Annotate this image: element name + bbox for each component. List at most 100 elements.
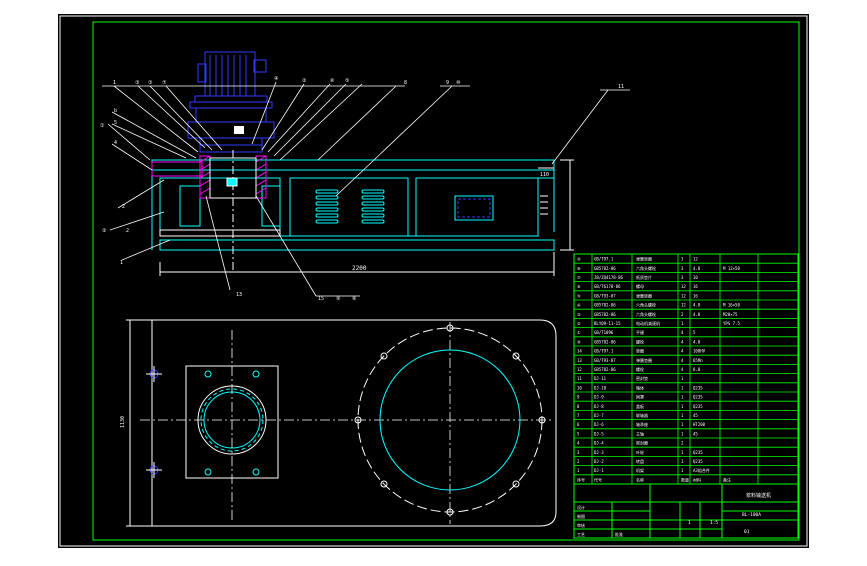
callout-b3: ⑨ xyxy=(336,296,341,302)
bom-cell-code: GB/T1096 xyxy=(594,330,614,335)
bom-cell-note: M20×75 xyxy=(723,312,738,317)
bom-cell-code: BLY09-11-15 xyxy=(594,321,621,326)
callout-b4: ⑧ xyxy=(352,296,357,302)
bom-cell-name: 六角头螺栓 xyxy=(636,302,656,308)
bom-cell-code: DJ-1 xyxy=(594,468,604,473)
bom-cell-name: 六角头螺栓 xyxy=(636,265,656,271)
cad-drawing: 2200 110 1 ③ ③ ⑦ ④ ② ⑥ ⑤ 8 9 ⑩ 11 b 5 ① … xyxy=(0,0,867,562)
bom-cell-name: 弹簧垫圈 xyxy=(636,292,652,298)
bom-cell-name: 弹簧垫圈 xyxy=(636,256,652,262)
bom-cell-code: DJ-4 xyxy=(594,441,604,446)
bom-cell-name: 平键 xyxy=(636,329,644,335)
bom-header-cell: 名称 xyxy=(636,476,644,482)
bom-cell-code: GB5782-86 xyxy=(594,266,616,271)
bom-cell-note: YPS 7.5 xyxy=(723,321,740,326)
bom-cell-note: M 16×50 xyxy=(723,303,740,308)
bom-cell-no: 11 xyxy=(577,376,582,381)
bom-cell-mat: Q235 xyxy=(693,385,703,390)
drawing-code: BL-100A xyxy=(742,512,761,518)
bom-cell-code: GB5782-86 xyxy=(594,367,616,372)
callout-l5: 2 xyxy=(122,204,125,210)
bom-cell-no: ② xyxy=(577,321,581,326)
sheet-number: 01 xyxy=(744,529,750,535)
bom-cell-code: DJ-11 xyxy=(594,376,607,381)
bom-cell-name: 箱体 xyxy=(636,384,644,390)
callout-12: 11 xyxy=(618,84,624,90)
bom-header-cell: 材料 xyxy=(693,476,701,482)
bom-cell-code: GB/T97.1 xyxy=(594,349,614,354)
height-right-label: 110 xyxy=(540,172,549,178)
bom-cell-mat: 4.8 xyxy=(693,312,701,317)
callout-2: ③ xyxy=(135,80,140,86)
label-design: 设计 xyxy=(577,504,585,510)
scale-value: 1:5 xyxy=(710,520,718,526)
bom-cell-name: 叶轮 xyxy=(636,449,644,455)
bom-cell-name: 螺母 xyxy=(636,283,644,289)
label-check: 审核 xyxy=(577,522,585,528)
callout-b1: 13 xyxy=(236,292,242,298)
callout-l3: ① xyxy=(100,123,105,129)
bom-cell-mat: 16 xyxy=(693,293,698,298)
bom-cell-mat: 8.8 xyxy=(693,367,701,372)
bom-cell-mat: Q235 xyxy=(693,459,703,464)
bom-cell-code: GB/T93-87 xyxy=(594,293,616,298)
bom-cell-no: ⑦ xyxy=(577,275,581,280)
bom-cell-code: GB/T6170-86 xyxy=(594,284,621,289)
bom-header-cell: 数量 xyxy=(681,476,689,482)
motor-nameplate xyxy=(234,126,244,134)
bom-header-cell: 备注 xyxy=(723,476,731,482)
bom-cell-name: 纸质垫片 xyxy=(636,274,652,280)
label-drawn: 制图 xyxy=(577,513,585,519)
bom-header-cell: 代号 xyxy=(594,476,602,482)
bom-header-cell: 序号 xyxy=(577,476,585,482)
bom-cell-code: GB/T97.1 xyxy=(594,257,614,262)
callout-3: ③ xyxy=(148,80,153,86)
bom-cell-mat: Q235 xyxy=(693,404,703,409)
bom-cell-code: DJ-9 xyxy=(594,395,604,400)
callout-8: ⑤ xyxy=(345,78,350,84)
bom-cell-mat: A3组合件 xyxy=(693,467,710,473)
bom-cell-mat: 4.8 xyxy=(693,339,701,344)
bom-cell-no: 14 xyxy=(577,349,582,354)
callout-l4: 4 xyxy=(114,140,117,146)
bom-cell-code: GB5782-86 xyxy=(594,303,616,308)
bom-cell-code: DJ-3 xyxy=(594,450,604,455)
bom-cell-mat: 10 xyxy=(693,275,698,280)
bom-cell-code: GB5782-86 xyxy=(594,339,616,344)
bom-cell-name: 转盘 xyxy=(636,458,644,464)
bom-cell-code: DJ-6 xyxy=(594,422,604,427)
bom-cell-no: ① xyxy=(577,330,581,335)
bom-cell-mat: 45 xyxy=(693,413,698,418)
callout-l8: 1 xyxy=(120,260,123,266)
plan-width-label: 1130 xyxy=(120,416,126,428)
bom-cell-code: DJ-2 xyxy=(594,459,604,464)
bom-cell-name: 电动机减速机 xyxy=(636,320,660,326)
bom-cell-qty: 12 xyxy=(681,293,686,298)
bom-cell-code: DJ-10 xyxy=(594,385,607,390)
label-process: 工艺 xyxy=(577,532,585,537)
bom-cell-no: 13 xyxy=(577,358,582,363)
bom-cell-name: 垫圈 xyxy=(636,348,644,354)
label-approve: 批准 xyxy=(615,531,623,537)
bom-cell-name: 六角头螺栓 xyxy=(636,311,656,317)
callout-6: ② xyxy=(302,78,307,84)
callout-l6: ② xyxy=(102,228,107,234)
bom-cell-name: 密封圈 xyxy=(636,440,648,446)
bom-cell-code: DJ-5 xyxy=(594,431,604,436)
callout-5: ④ xyxy=(274,76,279,82)
callout-9: 8 xyxy=(404,80,407,86)
bom-cell-no: ⑤ xyxy=(577,293,581,298)
bom-cell-name: 螺栓 xyxy=(636,338,644,344)
bom-cell-code: JB/ZQ4178-86 xyxy=(594,275,623,280)
bom-cell-name: 弹簧垫圈 xyxy=(636,357,652,363)
bom-cell-no: ⑨ xyxy=(577,257,581,262)
bom-cell-name: 联轴器 xyxy=(636,412,648,418)
callout-7: ⑥ xyxy=(330,78,335,84)
bom-cell-mat: 12 xyxy=(693,257,698,262)
bom-cell-mat: Q235 xyxy=(693,395,703,400)
quantity-value: 1 xyxy=(688,520,691,526)
callout-4: ⑦ xyxy=(162,80,167,86)
bom-cell-mat: 100HV xyxy=(693,349,706,354)
bom-cell-no: 10 xyxy=(577,385,582,390)
bom-cell-code: GB5782-86 xyxy=(594,312,616,317)
